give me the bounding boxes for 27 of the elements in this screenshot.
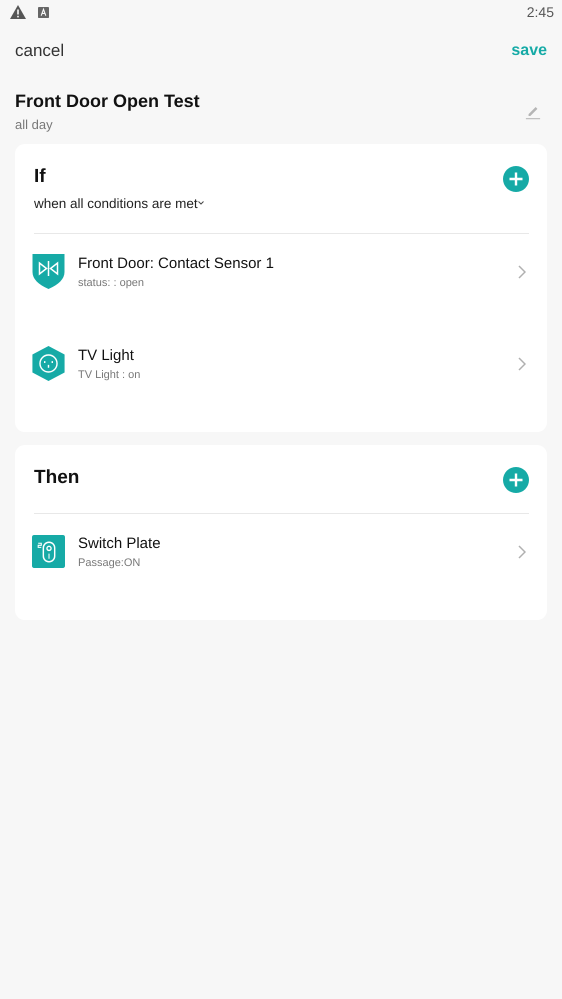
device-row[interactable]: Switch Plate Passage:ON <box>34 514 529 606</box>
device-name: Switch Plate <box>78 534 162 552</box>
section-title: If <box>34 166 47 188</box>
device-name: TV Light <box>78 346 135 364</box>
rule-title: Front Door Open Test <box>15 90 200 112</box>
device-status: Passage:ON <box>78 556 142 568</box>
chevron-right-icon <box>518 264 526 278</box>
condition-dropdown[interactable]: when all conditions are met <box>34 196 204 211</box>
device-row[interactable]: TV Light TV Light : on <box>34 326 529 418</box>
notification-icon <box>38 6 49 18</box>
add-icon[interactable] <box>503 467 529 493</box>
cancel-button[interactable]: cancel <box>15 41 64 61</box>
warning-icon <box>10 5 26 19</box>
add-icon[interactable] <box>503 166 529 192</box>
status-time: 2:45 <box>526 4 554 20</box>
rule-schedule: all day <box>15 116 54 132</box>
caret-icon <box>198 201 204 205</box>
chevron-right-icon <box>518 356 526 370</box>
section-title: Then <box>34 467 80 489</box>
shield-icon <box>32 254 65 289</box>
device-status: status: : open <box>78 276 146 288</box>
switch-icon <box>32 534 65 569</box>
device-row[interactable]: Front Door: Contact Sensor 1 status: : open <box>34 234 529 326</box>
outlet-icon <box>32 346 65 381</box>
chevron-right-icon <box>518 544 526 558</box>
device-status: TV Light : on <box>78 368 142 380</box>
device-name: Front Door: Contact Sensor 1 <box>78 254 275 272</box>
